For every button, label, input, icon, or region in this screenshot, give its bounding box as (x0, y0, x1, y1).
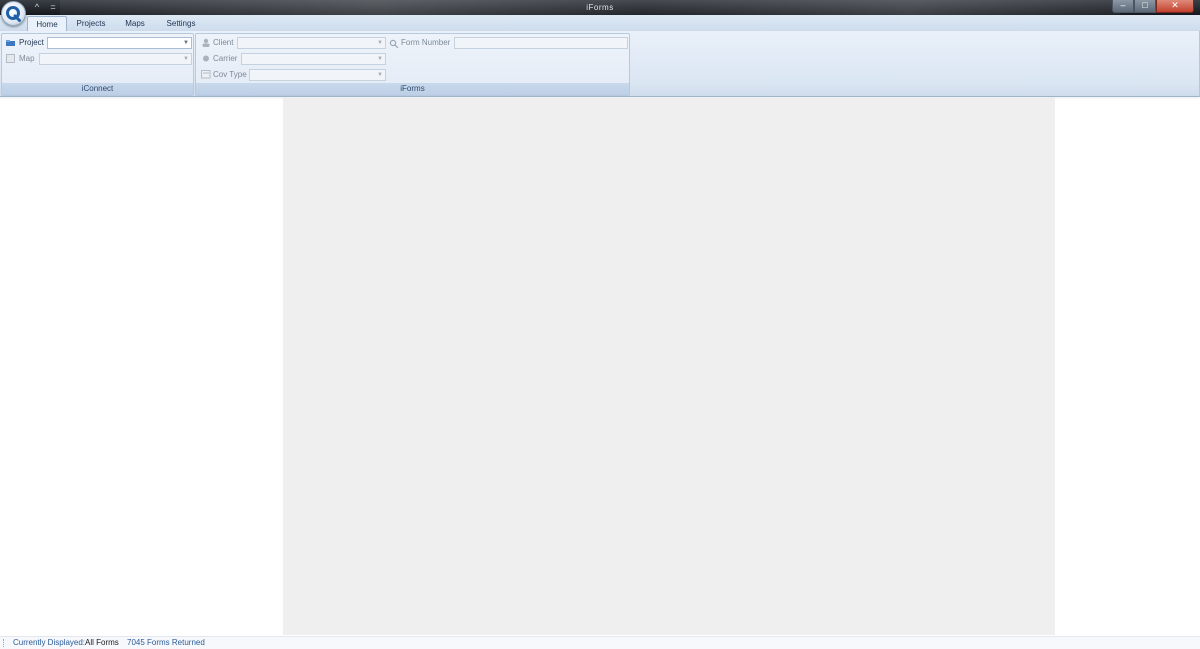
ribbon-tab-strip: Home Projects Maps Settings (0, 15, 1200, 32)
chevron-down-icon[interactable]: ▼ (376, 71, 384, 79)
iforms-group: Client ▼ Carrier ▼ Cov Type ▼ Form Numbe… (195, 33, 630, 96)
form-number-label: Form Number (401, 38, 451, 47)
client-combo[interactable]: ▼ (237, 37, 386, 49)
tab-maps[interactable]: Maps (118, 16, 152, 31)
form-viewer-panel (283, 97, 1055, 635)
chevron-down-icon[interactable]: ▼ (376, 55, 384, 63)
cov-type-icon (201, 70, 211, 79)
search-icon (389, 39, 399, 48)
chevron-down-icon[interactable]: ▼ (182, 55, 190, 63)
currently-displayed-label: Currently Displayed: (13, 638, 86, 647)
app-logo-icon (6, 6, 21, 22)
chevron-down-icon[interactable]: ▼ (376, 39, 384, 47)
minimize-button[interactable]: – (1112, 0, 1134, 13)
status-bar: Currently Displayed: All Forms 7045 Form… (0, 636, 1200, 649)
carrier-label: Carrier (213, 54, 238, 63)
window-controls: – □ ✕ (1112, 0, 1194, 13)
iconnect-group-label: iConnect (2, 83, 193, 95)
project-icon (6, 40, 15, 46)
currently-displayed-value: All Forms (85, 638, 119, 647)
maximize-button[interactable]: □ (1134, 0, 1156, 13)
carrier-combo[interactable]: ▼ (241, 53, 386, 65)
cov-type-combo[interactable]: ▼ (249, 69, 386, 81)
title-bar: ^ = iForms – □ ✕ (0, 0, 1200, 15)
tab-projects[interactable]: Projects (72, 16, 110, 31)
iforms-group-label: iForms (196, 83, 629, 95)
status-grip-icon (3, 639, 6, 647)
form-number-input[interactable] (454, 37, 628, 49)
ribbon: Project ▼ Map ▼ iConnect Client ▼ Carrie… (0, 31, 1200, 97)
client-label: Client (213, 38, 234, 47)
window-title: iForms (586, 3, 614, 12)
iconnect-group: Project ▼ Map ▼ iConnect (1, 33, 194, 96)
project-combo[interactable]: ▼ (47, 37, 192, 49)
chevron-down-icon[interactable]: ▼ (182, 39, 190, 47)
client-icon (202, 38, 210, 47)
tab-home[interactable]: Home (27, 16, 67, 32)
carrier-icon (203, 55, 209, 62)
cov-type-label: Cov Type (213, 70, 247, 79)
close-button[interactable]: ✕ (1156, 0, 1194, 13)
map-icon (6, 54, 15, 63)
map-label: Map (19, 54, 35, 63)
tab-settings[interactable]: Settings (160, 16, 202, 31)
application-menu-button[interactable] (1, 1, 26, 26)
map-combo[interactable]: ▼ (39, 53, 192, 65)
project-label: Project (19, 38, 44, 47)
forms-returned-count: 7045 Forms Returned (127, 638, 205, 647)
